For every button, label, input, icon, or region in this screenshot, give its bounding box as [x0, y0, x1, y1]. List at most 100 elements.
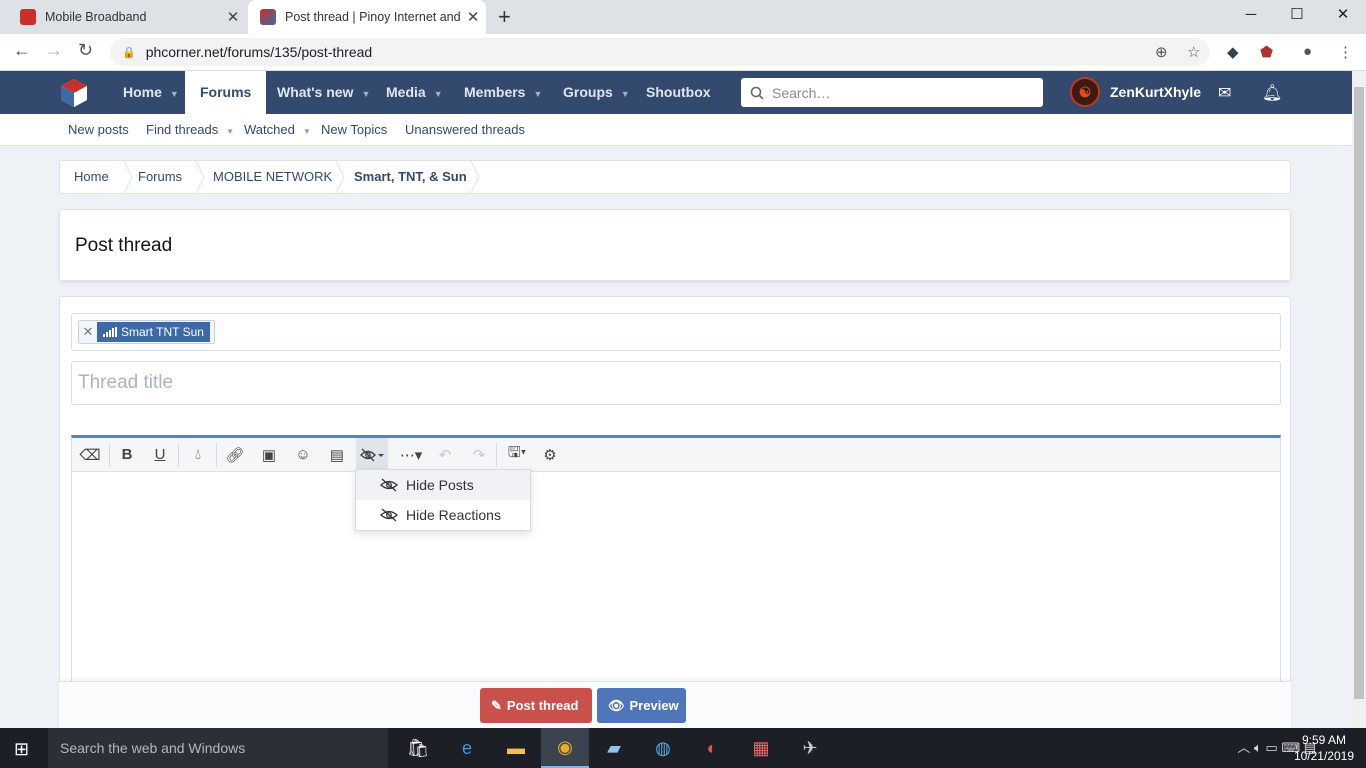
caret-down-icon[interactable]: ▼	[361, 89, 370, 99]
caret-down-icon[interactable]: ▼	[226, 127, 234, 136]
redo-icon[interactable]: ↷	[463, 438, 495, 471]
remove-prefix-icon[interactable]: ✕	[79, 324, 97, 340]
media-embed-icon[interactable]: ▤	[321, 438, 353, 471]
caret-down-icon[interactable]: ▼	[434, 89, 443, 99]
preview-button[interactable]: 👁︎ Preview	[597, 688, 686, 723]
nav-home[interactable]: Home ▼	[123, 71, 179, 114]
thread-title-input[interactable]: Thread title	[71, 361, 1281, 405]
nav-whats-new[interactable]: What's new ▼	[277, 71, 370, 114]
breadcrumb-smart-tnt-sun[interactable]: Smart, TNT, & Sun	[354, 161, 467, 193]
app-icon[interactable]: ▰	[590, 728, 638, 768]
extension-icon[interactable]: ◆	[1227, 43, 1239, 61]
gear-icon[interactable]: ⚙	[534, 438, 566, 471]
undo-icon[interactable]: ↶	[429, 438, 461, 471]
back-arrow-icon[interactable]: ←	[13, 40, 31, 61]
post-thread-button[interactable]: ✎ Post thread	[480, 688, 592, 723]
nav-label: Shoutbox	[646, 84, 711, 100]
browser-tab-post-thread[interactable]: Post thread | Pinoy Internet and T ✕	[248, 0, 486, 34]
forward-arrow-icon[interactable]: →	[45, 40, 63, 61]
toolbar-divider	[109, 443, 110, 467]
site-search-input[interactable]: Search…	[741, 78, 1043, 107]
breadcrumb-mobile-network[interactable]: MOBILE NETWORK	[213, 161, 332, 193]
caret-down-icon[interactable]: ▼	[170, 89, 179, 99]
prefix-chip: ✕ Smart TNT Sun	[78, 320, 215, 344]
smiley-icon[interactable]: ☺	[287, 438, 319, 471]
nav-members[interactable]: Members ▼	[464, 71, 542, 114]
browser-tab-mobile-broadband[interactable]: Mobile Broadband ✕	[8, 0, 246, 34]
address-bar[interactable]: 🔒 phcorner.net/forums/135/post-thread	[110, 38, 1210, 66]
file-explorer-icon[interactable]: ▬	[492, 728, 540, 768]
bell-icon[interactable]: 🔔︎	[1262, 83, 1282, 103]
subnav-label: Watched	[244, 122, 295, 137]
maximize-icon[interactable]: ☐	[1274, 0, 1320, 32]
hide-content-icon[interactable]	[356, 438, 388, 471]
bold-icon[interactable]: B	[111, 438, 143, 471]
nav-label: What's new	[277, 84, 354, 100]
close-window-icon[interactable]: ✕	[1320, 0, 1366, 32]
subnav-new-topics[interactable]: New Topics	[321, 114, 387, 145]
clear-formatting-icon[interactable]: ⌫	[74, 438, 106, 471]
page-scrollbar[interactable]	[1352, 71, 1366, 728]
nav-forums[interactable]: Forums	[185, 71, 267, 114]
more-options-icon[interactable]: ⋯▾	[393, 438, 429, 471]
text-color-drop-icon[interactable]: 💧︎	[182, 438, 214, 471]
menu-kebab-icon[interactable]: ⋮	[1338, 43, 1353, 61]
eye-icon: 👁︎	[608, 697, 625, 713]
clock-date: 10/21/2019	[1293, 749, 1354, 763]
phcorner-favicon-icon	[260, 9, 276, 25]
link-icon[interactable]: 🔗︎	[219, 438, 251, 471]
taskbar-search[interactable]: Search the web and Windows	[48, 728, 388, 768]
nav-media[interactable]: Media ▼	[386, 71, 443, 114]
subnav-watched[interactable]: Watched ▼	[244, 114, 311, 147]
system-clock[interactable]: 9:59 AM 10/21/2019	[1294, 732, 1354, 764]
post-thread-label: Post thread	[506, 698, 579, 713]
minimize-icon[interactable]: ─	[1228, 0, 1274, 32]
new-tab-icon[interactable]: +	[498, 4, 511, 30]
dropdown-item-hide-posts[interactable]: Hide Posts	[356, 470, 530, 500]
toolbar-divider	[178, 443, 179, 467]
caret-down-icon[interactable]: ▼	[533, 89, 542, 99]
extension-shield-icon[interactable]: ⬟	[1260, 43, 1273, 61]
close-tab-icon[interactable]: ✕	[220, 8, 246, 26]
tab-title: Mobile Broadband	[45, 10, 147, 24]
edge-app-icon[interactable]: e	[443, 728, 491, 768]
breadcrumb-home[interactable]: Home	[74, 161, 109, 193]
inbox-icon[interactable]: ✉	[1218, 83, 1231, 103]
store-app-icon[interactable]: 🛍︎	[394, 728, 442, 768]
post-thread-form: ✕ Smart TNT Sun Thread title ⌫ B U 💧︎ 🔗︎…	[59, 296, 1291, 736]
nav-shoutbox[interactable]: Shoutbox	[646, 71, 711, 114]
user-menu[interactable]: ☯ ZenKurtXhyle	[1070, 77, 1201, 107]
nav-groups[interactable]: Groups ▼	[563, 71, 630, 114]
drafts-icon[interactable]: 🖫︎▾	[500, 438, 534, 471]
search-icon	[750, 86, 764, 100]
underline-icon[interactable]: U	[144, 438, 176, 471]
edit-icon: ✎	[491, 697, 502, 713]
reload-icon[interactable]: ↻	[78, 40, 93, 61]
subnav-find-threads[interactable]: Find threads ▼	[146, 114, 234, 147]
app-icon[interactable]: ▦	[737, 728, 785, 768]
app-icon[interactable]: ◐	[688, 728, 736, 768]
network-app-icon[interactable]: ◍	[639, 728, 687, 768]
windows-start-icon[interactable]: ⊞	[14, 739, 29, 760]
editor-toolbar: ⌫ B U 💧︎ 🔗︎ ▣ ☺ ▤ ⋯▾ ↶ ↷ 🖫︎▾ ⚙	[72, 438, 1280, 472]
bookmark-star-icon[interactable]: ☆	[1187, 43, 1200, 61]
subnav-unanswered-threads[interactable]: Unanswered threads	[405, 114, 525, 145]
image-icon[interactable]: ▣	[253, 438, 285, 471]
app-icon[interactable]: ✈︎	[786, 728, 834, 768]
subnav-new-posts[interactable]: New posts	[68, 114, 129, 145]
breadcrumb-forums[interactable]: Forums	[138, 161, 182, 193]
caret-down-icon[interactable]: ▼	[621, 89, 630, 99]
caret-down-icon[interactable]: ▼	[303, 127, 311, 136]
dropdown-item-hide-reactions[interactable]: Hide Reactions	[356, 500, 530, 530]
add-icon[interactable]: ⊕	[1155, 43, 1168, 61]
chrome-app-icon[interactable]: ◉	[541, 728, 589, 768]
close-tab-icon[interactable]: ✕	[460, 8, 486, 26]
form-button-bar: ✎ Post thread 👁︎ Preview	[59, 681, 1291, 728]
prefix-select[interactable]: ✕ Smart TNT Sun	[71, 313, 1281, 351]
scrollbar-thumb[interactable]	[1354, 87, 1364, 699]
nav-label: Groups	[563, 84, 613, 100]
phcorner-logo-icon[interactable]	[58, 77, 90, 109]
dropdown-item-label: Hide Reactions	[406, 507, 501, 523]
page-title-block: Post thread	[59, 209, 1291, 281]
profile-icon[interactable]: ●	[1303, 43, 1312, 60]
